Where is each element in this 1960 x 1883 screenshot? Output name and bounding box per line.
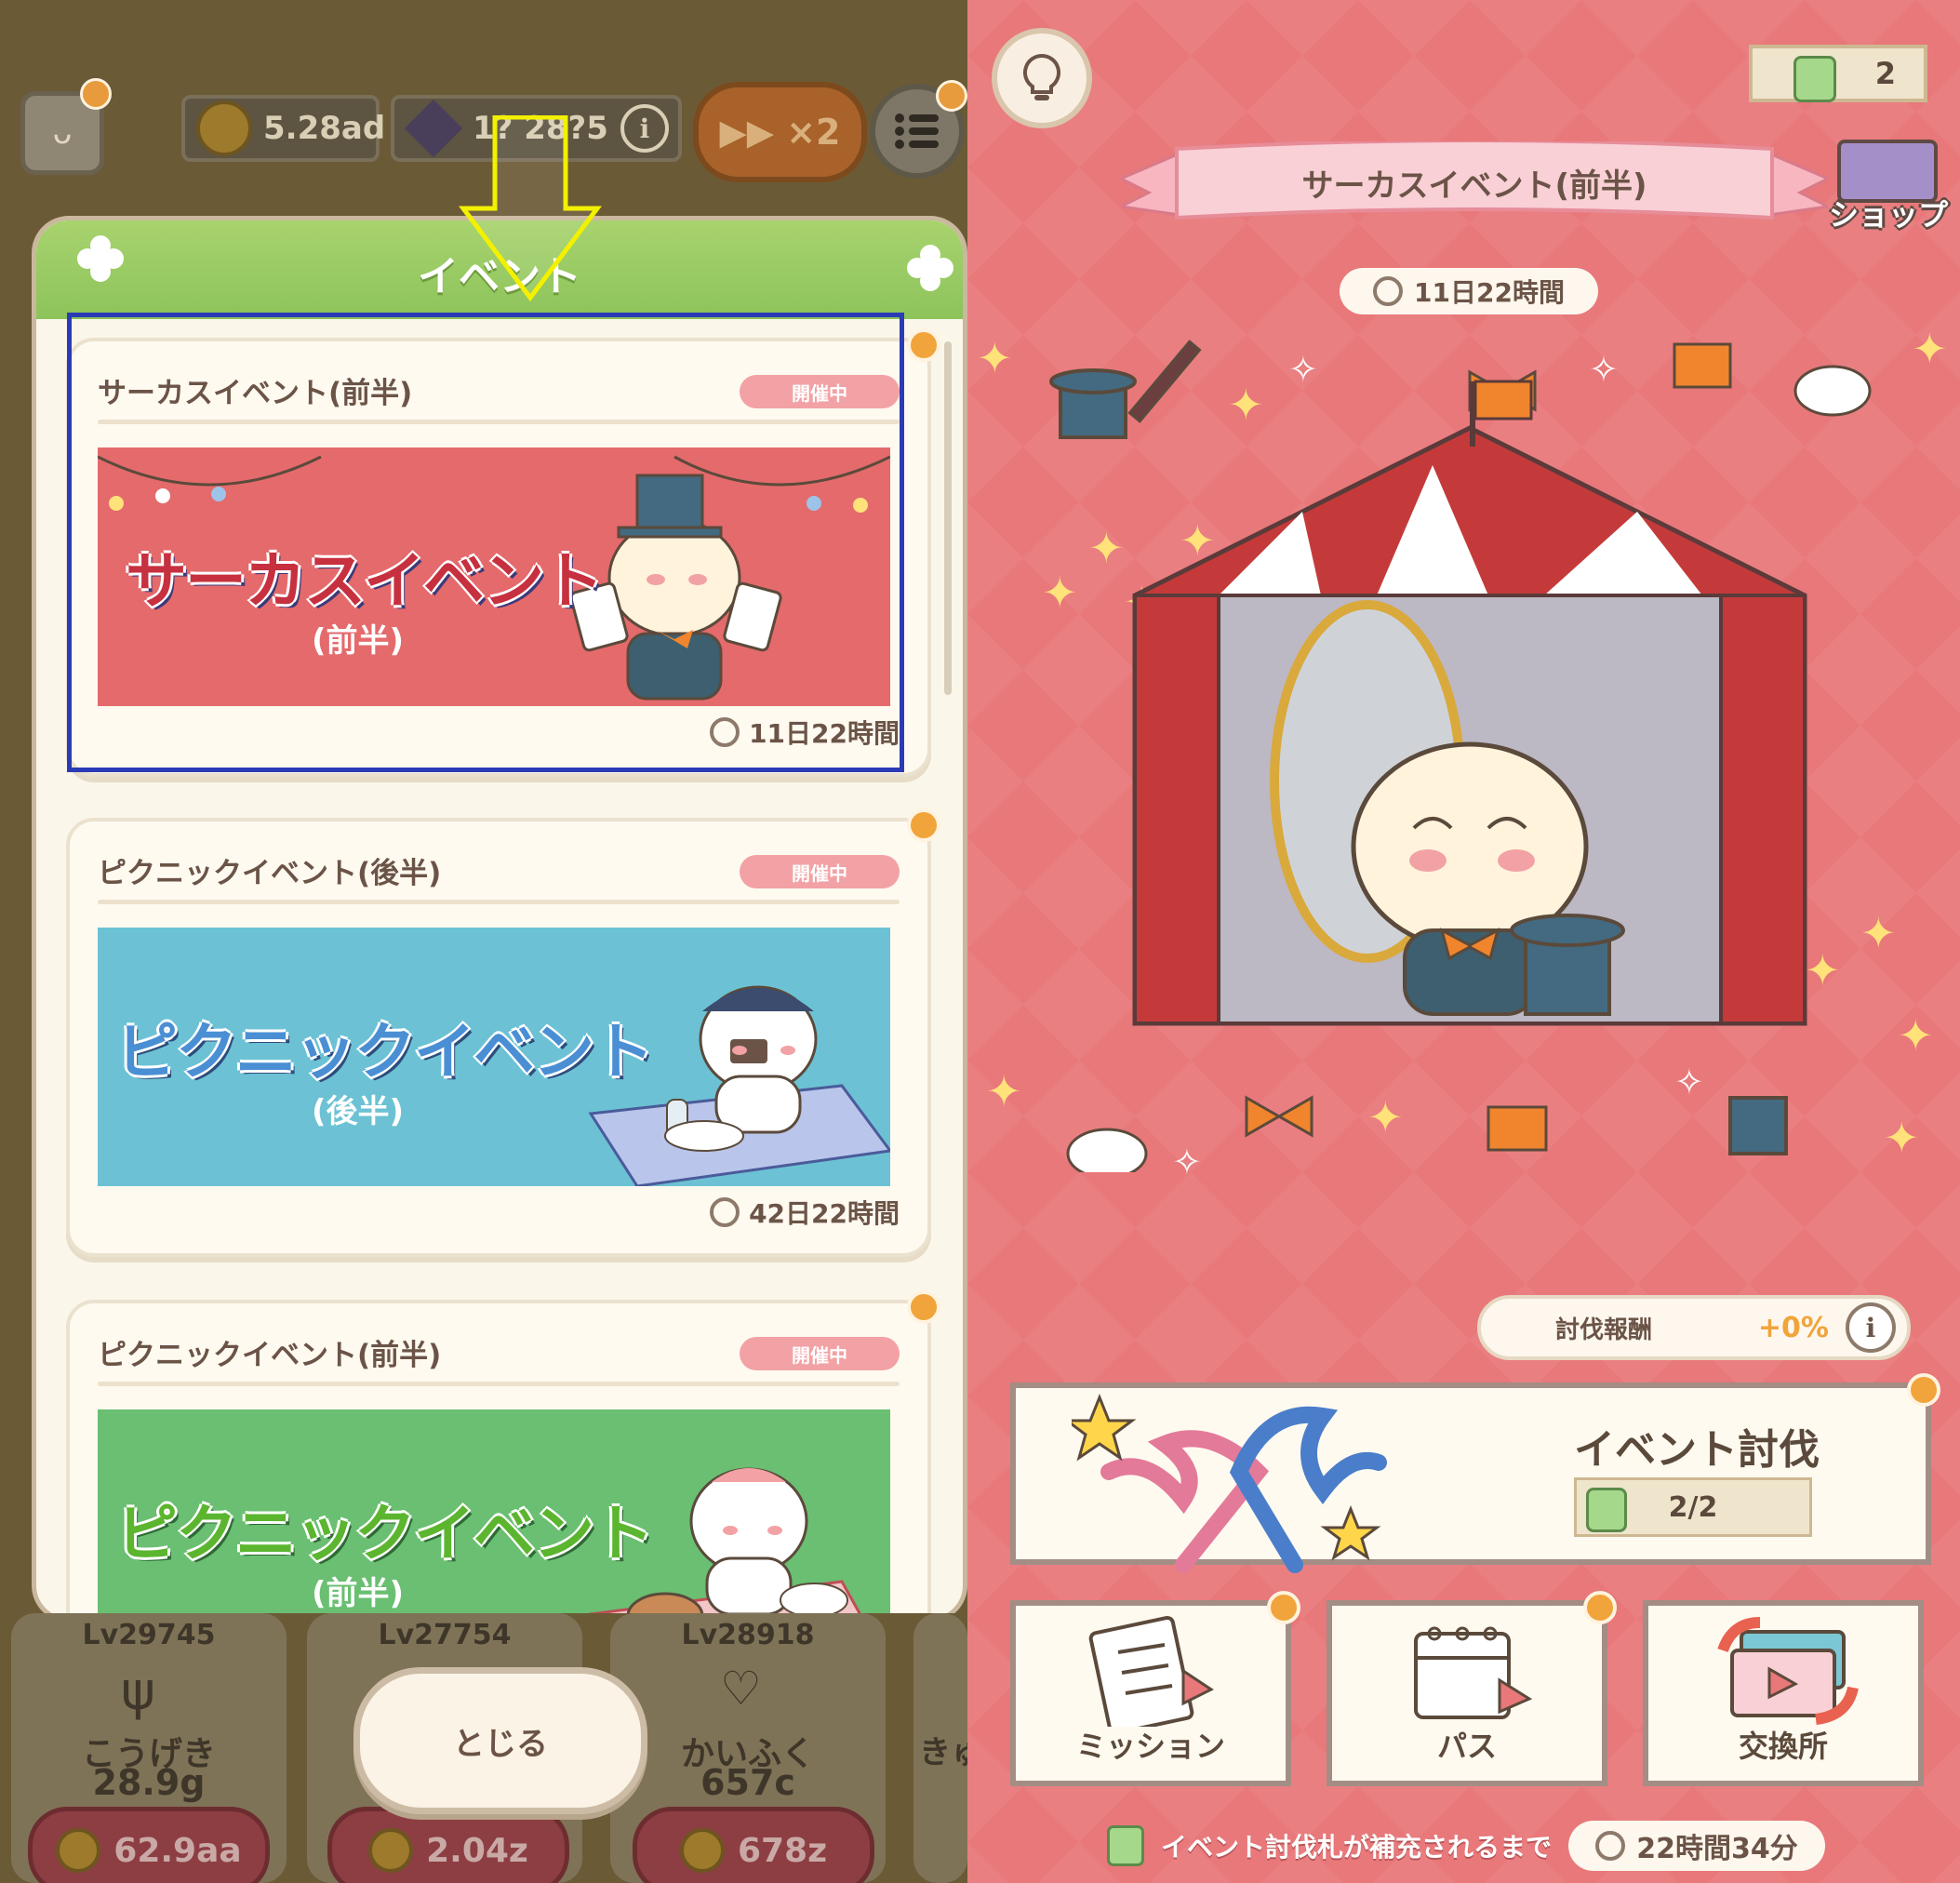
- ticket-icon: [1586, 1488, 1627, 1532]
- reward-label: 討伐報酬: [1555, 1315, 1653, 1344]
- highlight-box: [67, 313, 904, 772]
- ticket-refill-row: イベント討伐札が補充されるまで 22時間34分: [1107, 1820, 1851, 1872]
- coin-icon: [56, 1828, 101, 1873]
- event-card-picnic-first[interactable]: ピクニックイベント(前半) 開催中 ピクニックイベント (前半): [66, 1290, 940, 1618]
- scrollbar[interactable]: [944, 341, 952, 695]
- upgrade-card-partial[interactable]: きゅ: [913, 1613, 967, 1883]
- notification-dot: [936, 80, 967, 112]
- event-card-title: ピクニックイベント(後半): [98, 857, 442, 890]
- clock-icon: [1595, 1831, 1626, 1861]
- ticket-count: 2: [1874, 56, 1896, 91]
- level-label: Lv28918: [681, 1619, 815, 1651]
- event-raid-button[interactable]: イベント討伐 2/2: [1010, 1373, 1940, 1573]
- divider: [98, 1382, 900, 1386]
- menu-label: パス: [1436, 1729, 1497, 1764]
- notification-dot: [80, 78, 112, 110]
- status-badge: 開催中: [740, 855, 900, 888]
- close-button[interactable]: とじる: [353, 1667, 647, 1814]
- notification-dot: [907, 328, 940, 362]
- ticket-icon: [1107, 1825, 1144, 1866]
- status-badge: 開催中: [740, 1337, 900, 1370]
- time-remaining: 42日22時間: [749, 1198, 900, 1229]
- banner-title: ピクニックイベント: [116, 1016, 654, 1088]
- refill-timer: 22時間34分: [1568, 1821, 1826, 1871]
- coin-icon: [679, 1828, 725, 1873]
- raid-ticket-count: 2/2: [1574, 1477, 1812, 1537]
- event-banner: ピクニックイベント (後半): [98, 928, 890, 1186]
- speed-label: ▶▶ ×2: [719, 112, 841, 153]
- coin-icon: [368, 1828, 414, 1873]
- lightbulb-icon: [1022, 53, 1061, 100]
- upgrade-cost-button[interactable]: 678z: [633, 1807, 874, 1883]
- info-icon[interactable]: i: [1846, 1302, 1896, 1353]
- mission-button[interactable]: ミッション: [1010, 1591, 1300, 1786]
- calendar-icon: [1414, 1626, 1533, 1719]
- hint-button[interactable]: [992, 28, 1092, 128]
- event-timer: 42日22時間: [710, 1194, 900, 1231]
- upgrade-cost-button[interactable]: 62.9aa: [28, 1807, 270, 1883]
- upgrade-cost-button[interactable]: 2.04z: [327, 1807, 569, 1883]
- coin-amount: 5.28ad: [263, 110, 386, 147]
- ticket-icon: [1793, 56, 1836, 102]
- event-banner: ピクニックイベント (前半): [98, 1409, 890, 1618]
- clipboard-icon: [1088, 1615, 1214, 1727]
- speed-toggle-button[interactable]: ▶▶ ×2: [693, 82, 867, 182]
- shop-button[interactable]: ショップ: [1823, 192, 1953, 234]
- divider: [98, 900, 900, 904]
- raid-reward-indicator: 討伐報酬 +0% i: [1477, 1295, 1911, 1360]
- coin-counter: 5.28ad: [181, 95, 385, 162]
- exchange-icon: [1717, 1617, 1859, 1725]
- notification-dot: [1583, 1591, 1617, 1624]
- reward-value: +0%: [1757, 1311, 1829, 1344]
- notification-dot: [907, 808, 940, 842]
- sword-icon: ψ: [121, 1662, 155, 1722]
- banner-subtitle: (後半): [312, 1093, 405, 1130]
- menu-label: ミッション: [1075, 1729, 1225, 1764]
- notification-dot: [1907, 1373, 1940, 1407]
- raid-title: イベント討伐: [1574, 1426, 1820, 1474]
- exchange-button[interactable]: 交換所: [1643, 1600, 1924, 1786]
- heart-plus-icon: ♡: [720, 1662, 762, 1716]
- ticket-counter: 2: [1749, 45, 1927, 102]
- refill-text: イベント討伐札が補充されるまで: [1161, 1832, 1553, 1863]
- level-label: Lv29745: [82, 1619, 216, 1651]
- clock-icon: [710, 1197, 740, 1227]
- cat-face-icon: ᴗ: [52, 114, 73, 152]
- notification-dot: [907, 1290, 940, 1324]
- close-button-label: とじる: [453, 1725, 548, 1763]
- raid-count: 2/2: [1668, 1490, 1718, 1524]
- banner-subtitle: (前半): [312, 1575, 405, 1612]
- menu-label: 交換所: [1738, 1729, 1828, 1764]
- event-detail-screen: 2 サーカスイベント(前半) ショップ 11日22時間 ✦ ✦ ✦ ✧ ✧ ✦ …: [967, 0, 1960, 1883]
- crossed-weapons-icon: [1072, 1393, 1387, 1573]
- event-card-title: ピクニックイベント(前半): [98, 1339, 442, 1372]
- coin-icon: [196, 100, 252, 156]
- level-label: Lv27754: [378, 1619, 512, 1651]
- pass-button[interactable]: パス: [1327, 1591, 1617, 1786]
- refill-time: 22時間34分: [1636, 1833, 1798, 1865]
- info-icon[interactable]: i: [620, 104, 669, 153]
- notification-dot: [1267, 1591, 1300, 1624]
- stat-name: きゅ: [919, 1734, 967, 1771]
- cost-label: 62.9aa: [113, 1831, 242, 1870]
- gem-icon: [404, 99, 463, 158]
- circus-illustration: [1049, 340, 1872, 1172]
- stat-value: 657c: [700, 1762, 795, 1803]
- down-arrow-icon: [459, 115, 602, 301]
- event-card-picnic-second[interactable]: ピクニックイベント(後半) 開催中 ピクニックイベント (後半) 42日22時間: [66, 808, 940, 1257]
- cost-label: 678z: [737, 1831, 828, 1870]
- cost-label: 2.04z: [426, 1831, 528, 1870]
- event-list-screen: ᴗ 5.28ad 1? 28?5 i ▶▶ ×2 イベント サーカスイベント(前…: [0, 0, 967, 1883]
- event-title: サーカスイベント(前半): [1301, 167, 1647, 205]
- list-icon: [895, 114, 939, 149]
- banner-title: ピクニックイベント: [116, 1498, 654, 1569]
- stat-value: 28.9g: [92, 1762, 206, 1803]
